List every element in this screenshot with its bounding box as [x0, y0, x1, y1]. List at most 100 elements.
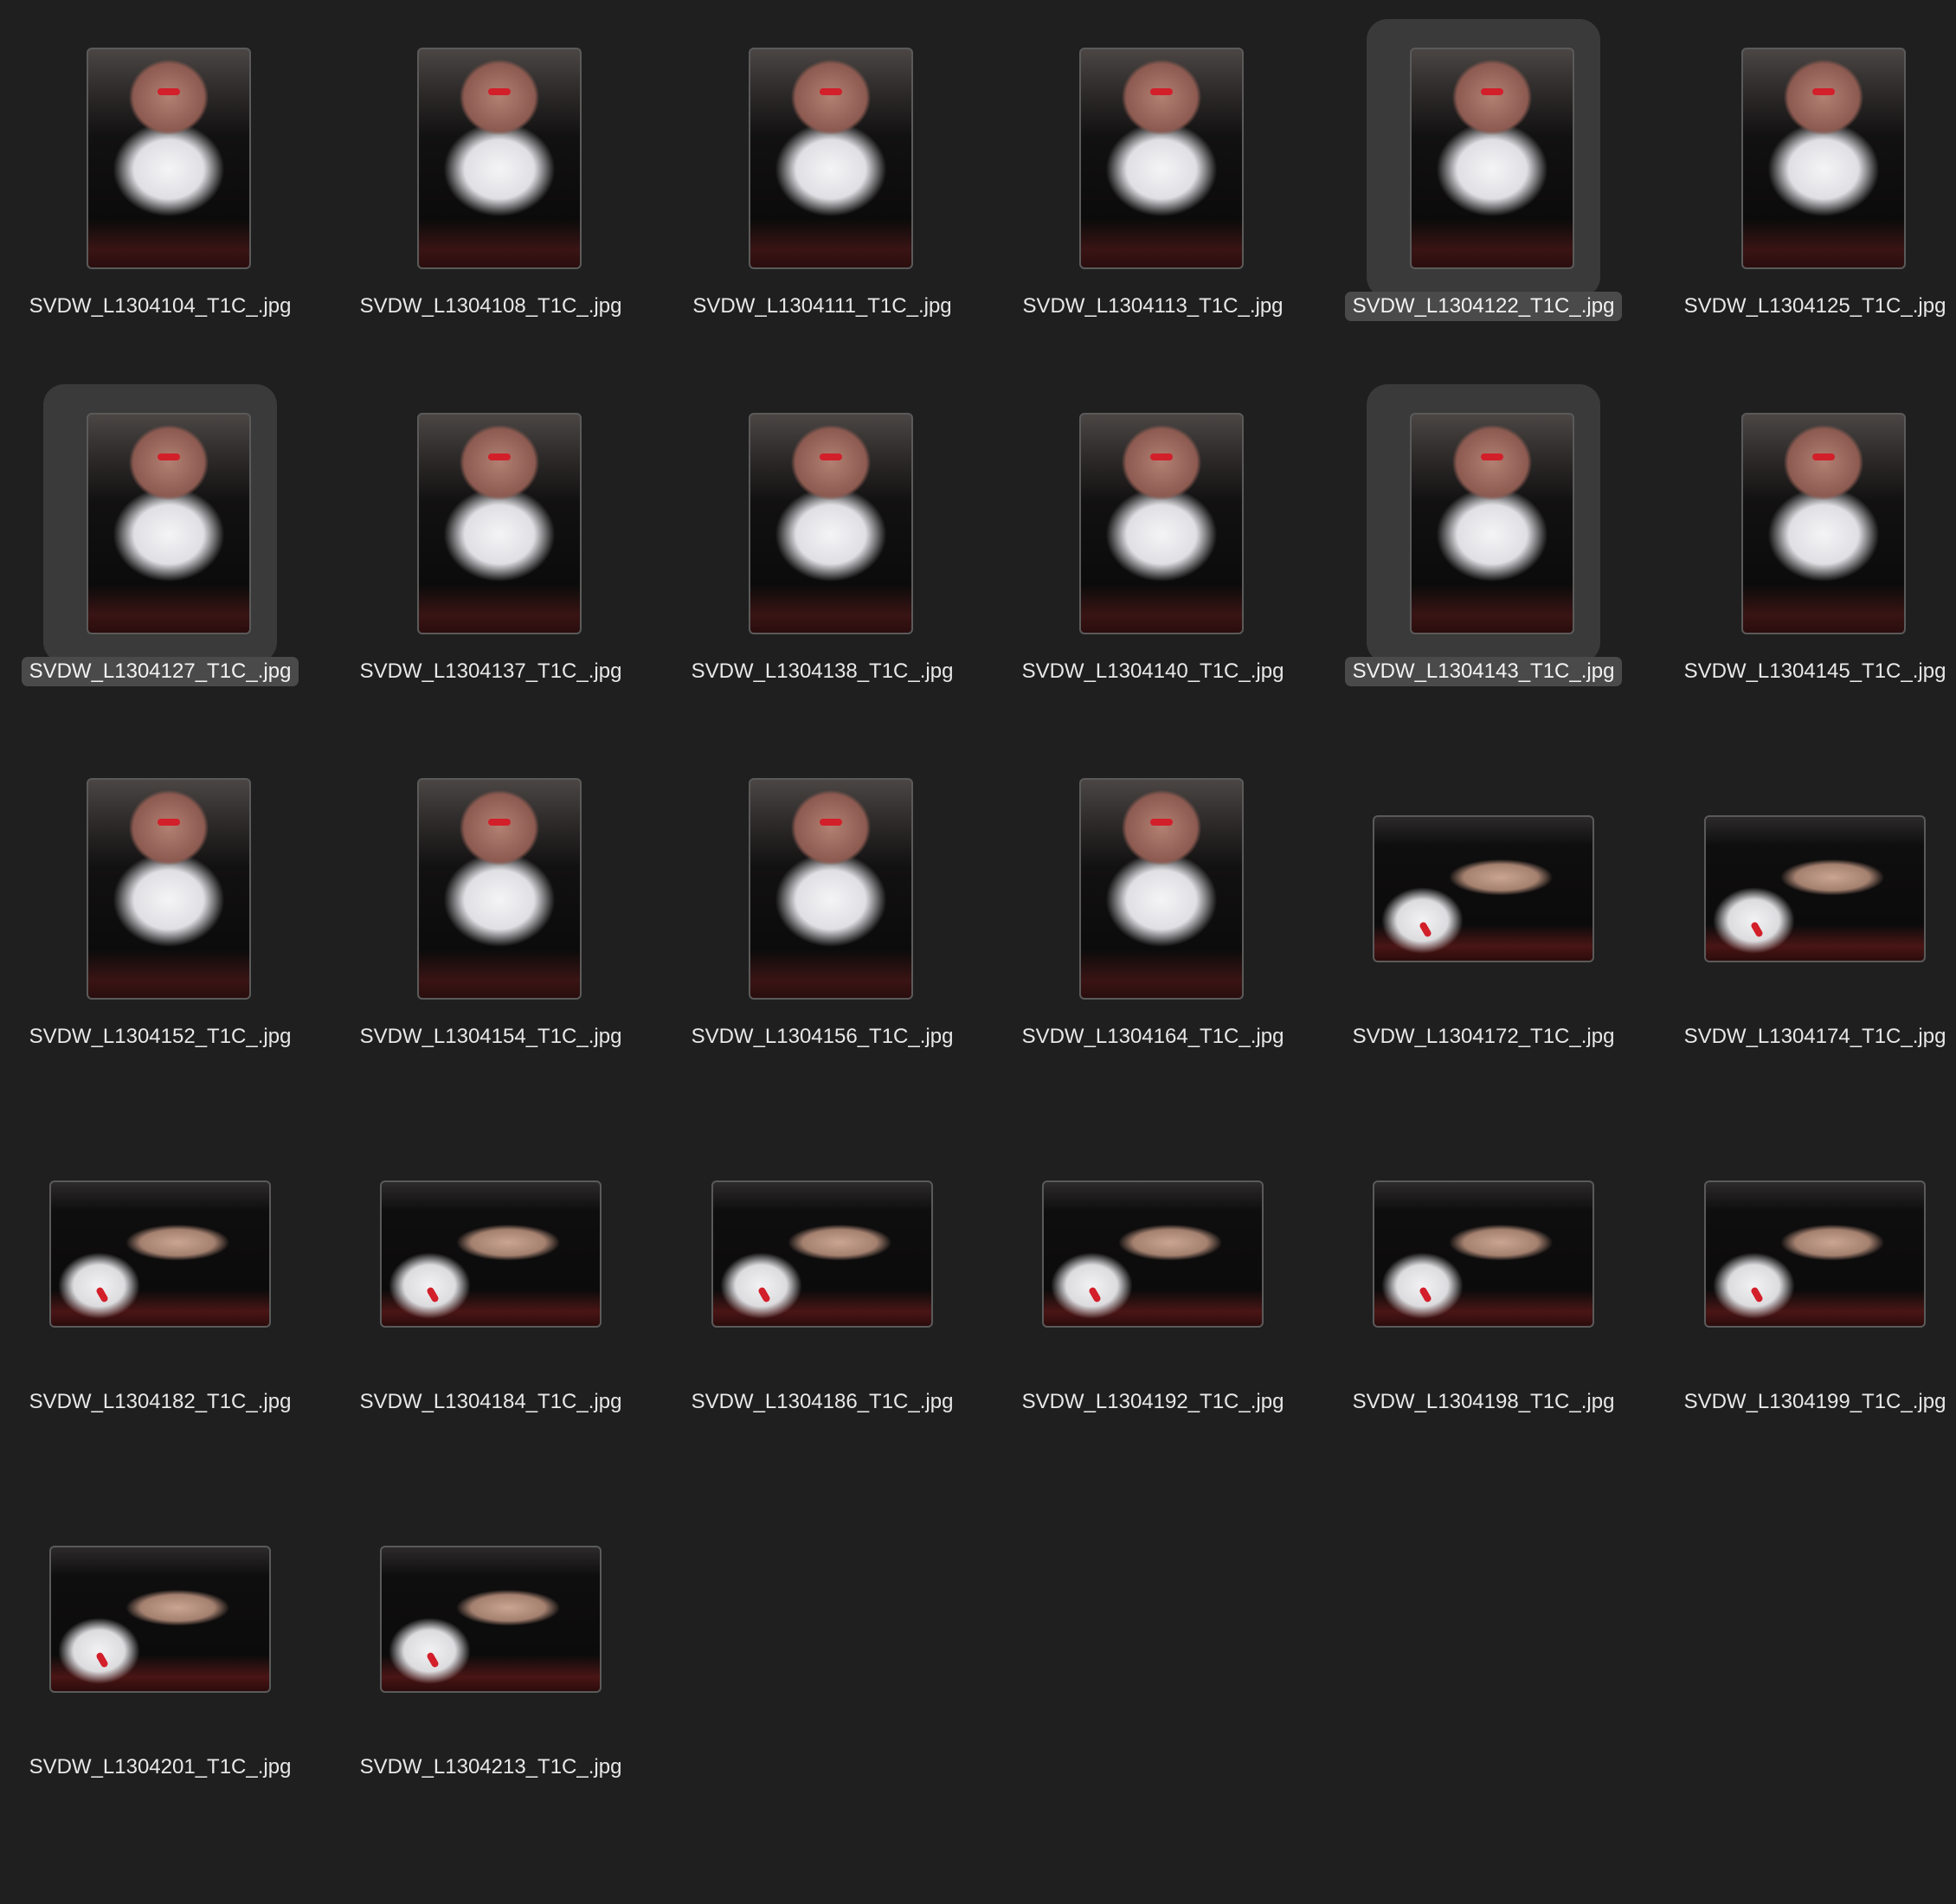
image-thumbnail[interactable]	[417, 413, 582, 634]
file-item[interactable]: SVDW_L1304143_T1C_.jpg	[1319, 365, 1648, 730]
image-thumbnail[interactable]	[1741, 48, 1906, 269]
file-name-label[interactable]: SVDW_L1304137_T1C_.jpg	[326, 657, 655, 686]
file-item[interactable]: SVDW_L1304201_T1C_.jpg	[0, 1461, 325, 1826]
file-item[interactable]: SVDW_L1304104_T1C_.jpg	[0, 0, 325, 365]
red-glasses-detail	[158, 453, 180, 461]
file-item[interactable]: SVDW_L1304127_T1C_.jpg	[0, 365, 325, 730]
red-glasses-detail	[1419, 921, 1433, 938]
file-name-label[interactable]: SVDW_L1304140_T1C_.jpg	[988, 657, 1317, 686]
image-thumbnail[interactable]	[87, 413, 251, 634]
image-thumbnail[interactable]	[1741, 413, 1906, 634]
file-name-text: SVDW_L1304199_T1C_.jpg	[1683, 1390, 1946, 1413]
file-item[interactable]: SVDW_L1304140_T1C_.jpg	[988, 365, 1317, 730]
image-thumbnail[interactable]	[1410, 48, 1574, 269]
image-thumbnail[interactable]	[1373, 815, 1594, 962]
image-thumbnail[interactable]	[749, 778, 913, 1000]
file-name-label[interactable]: SVDW_L1304174_T1C_.jpg	[1650, 1022, 1956, 1052]
file-name-label[interactable]: SVDW_L1304198_T1C_.jpg	[1319, 1387, 1648, 1417]
file-name-label[interactable]: SVDW_L1304125_T1C_.jpg	[1650, 292, 1956, 321]
file-item[interactable]: SVDW_L1304154_T1C_.jpg	[326, 730, 655, 1096]
red-glasses-detail	[426, 1651, 441, 1669]
file-item[interactable]: SVDW_L1304199_T1C_.jpg	[1650, 1096, 1956, 1461]
image-thumbnail[interactable]	[711, 1180, 933, 1328]
file-item[interactable]: SVDW_L1304156_T1C_.jpg	[658, 730, 987, 1096]
file-name-text: SVDW_L1304137_T1C_.jpg	[359, 659, 622, 683]
red-glasses-detail	[158, 819, 180, 827]
image-thumbnail[interactable]	[1704, 1180, 1926, 1328]
file-name-label[interactable]: SVDW_L1304172_T1C_.jpg	[1319, 1022, 1648, 1052]
file-item[interactable]: SVDW_L1304164_T1C_.jpg	[988, 730, 1317, 1096]
red-glasses-detail	[1812, 453, 1835, 461]
red-glasses-detail	[820, 819, 842, 827]
file-name-text: SVDW_L1304154_T1C_.jpg	[359, 1025, 622, 1048]
file-name-label[interactable]: SVDW_L1304104_T1C_.jpg	[0, 292, 325, 321]
file-name-label[interactable]: SVDW_L1304164_T1C_.jpg	[988, 1022, 1317, 1052]
file-name-label[interactable]: SVDW_L1304111_T1C_.jpg	[658, 292, 987, 321]
file-name-label[interactable]: SVDW_L1304113_T1C_.jpg	[988, 292, 1317, 321]
image-thumbnail[interactable]	[87, 48, 251, 269]
file-item[interactable]: SVDW_L1304174_T1C_.jpg	[1650, 730, 1956, 1096]
file-item[interactable]: SVDW_L1304138_T1C_.jpg	[658, 365, 987, 730]
file-name-text: SVDW_L1304143_T1C_.jpg	[1344, 657, 1623, 686]
file-name-text: SVDW_L1304138_T1C_.jpg	[691, 659, 954, 683]
file-item[interactable]: SVDW_L1304213_T1C_.jpg	[326, 1461, 655, 1826]
file-item[interactable]: SVDW_L1304145_T1C_.jpg	[1650, 365, 1956, 730]
image-thumbnail[interactable]	[417, 778, 582, 1000]
file-name-label[interactable]: SVDW_L1304182_T1C_.jpg	[0, 1387, 325, 1417]
file-name-text: SVDW_L1304192_T1C_.jpg	[1021, 1390, 1284, 1413]
file-item[interactable]: SVDW_L1304184_T1C_.jpg	[326, 1096, 655, 1461]
image-thumbnail[interactable]	[1079, 413, 1244, 634]
image-thumbnail[interactable]	[1704, 815, 1926, 962]
file-name-label[interactable]: SVDW_L1304108_T1C_.jpg	[326, 292, 655, 321]
image-thumbnail[interactable]	[749, 48, 913, 269]
image-thumbnail[interactable]	[380, 1180, 602, 1328]
file-item[interactable]: SVDW_L1304108_T1C_.jpg	[326, 0, 655, 365]
file-item[interactable]: SVDW_L1304182_T1C_.jpg	[0, 1096, 325, 1461]
file-item[interactable]: SVDW_L1304137_T1C_.jpg	[326, 365, 655, 730]
image-thumbnail[interactable]	[87, 778, 251, 1000]
file-name-label[interactable]: SVDW_L1304143_T1C_.jpg	[1319, 657, 1648, 686]
file-name-text: SVDW_L1304145_T1C_.jpg	[1683, 659, 1946, 683]
file-name-label[interactable]: SVDW_L1304213_T1C_.jpg	[326, 1753, 655, 1782]
image-thumbnail[interactable]	[1079, 778, 1244, 1000]
image-thumbnail[interactable]	[1410, 413, 1574, 634]
file-name-text: SVDW_L1304198_T1C_.jpg	[1352, 1390, 1615, 1413]
red-glasses-detail	[1481, 88, 1503, 96]
file-name-label[interactable]: SVDW_L1304154_T1C_.jpg	[326, 1022, 655, 1052]
file-name-text: SVDW_L1304125_T1C_.jpg	[1683, 294, 1946, 318]
image-thumbnail[interactable]	[1079, 48, 1244, 269]
file-item[interactable]: SVDW_L1304125_T1C_.jpg	[1650, 0, 1956, 365]
file-item[interactable]: SVDW_L1304198_T1C_.jpg	[1319, 1096, 1648, 1461]
file-name-text: SVDW_L1304127_T1C_.jpg	[21, 657, 299, 686]
image-thumbnail[interactable]	[1042, 1180, 1264, 1328]
file-name-label[interactable]: SVDW_L1304152_T1C_.jpg	[0, 1022, 325, 1052]
file-name-label[interactable]: SVDW_L1304138_T1C_.jpg	[658, 657, 987, 686]
image-thumbnail[interactable]	[380, 1546, 602, 1693]
file-item[interactable]: SVDW_L1304122_T1C_.jpg	[1319, 0, 1648, 365]
file-item[interactable]: SVDW_L1304186_T1C_.jpg	[658, 1096, 987, 1461]
image-thumbnail[interactable]	[49, 1546, 271, 1693]
file-name-text: SVDW_L1304156_T1C_.jpg	[691, 1025, 954, 1048]
file-item[interactable]: SVDW_L1304192_T1C_.jpg	[988, 1096, 1317, 1461]
image-thumbnail[interactable]	[417, 48, 582, 269]
red-glasses-detail	[158, 88, 180, 96]
image-thumbnail[interactable]	[49, 1180, 271, 1328]
file-name-label[interactable]: SVDW_L1304156_T1C_.jpg	[658, 1022, 987, 1052]
red-glasses-detail	[95, 1286, 110, 1303]
file-name-label[interactable]: SVDW_L1304122_T1C_.jpg	[1319, 292, 1648, 321]
file-name-label[interactable]: SVDW_L1304184_T1C_.jpg	[326, 1387, 655, 1417]
file-name-label[interactable]: SVDW_L1304127_T1C_.jpg	[0, 657, 325, 686]
file-item[interactable]: SVDW_L1304172_T1C_.jpg	[1319, 730, 1648, 1096]
file-name-label[interactable]: SVDW_L1304145_T1C_.jpg	[1650, 657, 1956, 686]
file-name-label[interactable]: SVDW_L1304201_T1C_.jpg	[0, 1753, 325, 1782]
image-thumbnail[interactable]	[1373, 1180, 1594, 1328]
file-name-text: SVDW_L1304172_T1C_.jpg	[1352, 1025, 1615, 1048]
file-item[interactable]: SVDW_L1304111_T1C_.jpg	[658, 0, 987, 365]
file-item[interactable]: SVDW_L1304113_T1C_.jpg	[988, 0, 1317, 365]
file-name-label[interactable]: SVDW_L1304192_T1C_.jpg	[988, 1387, 1317, 1417]
file-name-label[interactable]: SVDW_L1304186_T1C_.jpg	[658, 1387, 987, 1417]
file-name-label[interactable]: SVDW_L1304199_T1C_.jpg	[1650, 1387, 1956, 1417]
file-name-text: SVDW_L1304213_T1C_.jpg	[359, 1755, 622, 1779]
file-item[interactable]: SVDW_L1304152_T1C_.jpg	[0, 730, 325, 1096]
image-thumbnail[interactable]	[749, 413, 913, 634]
